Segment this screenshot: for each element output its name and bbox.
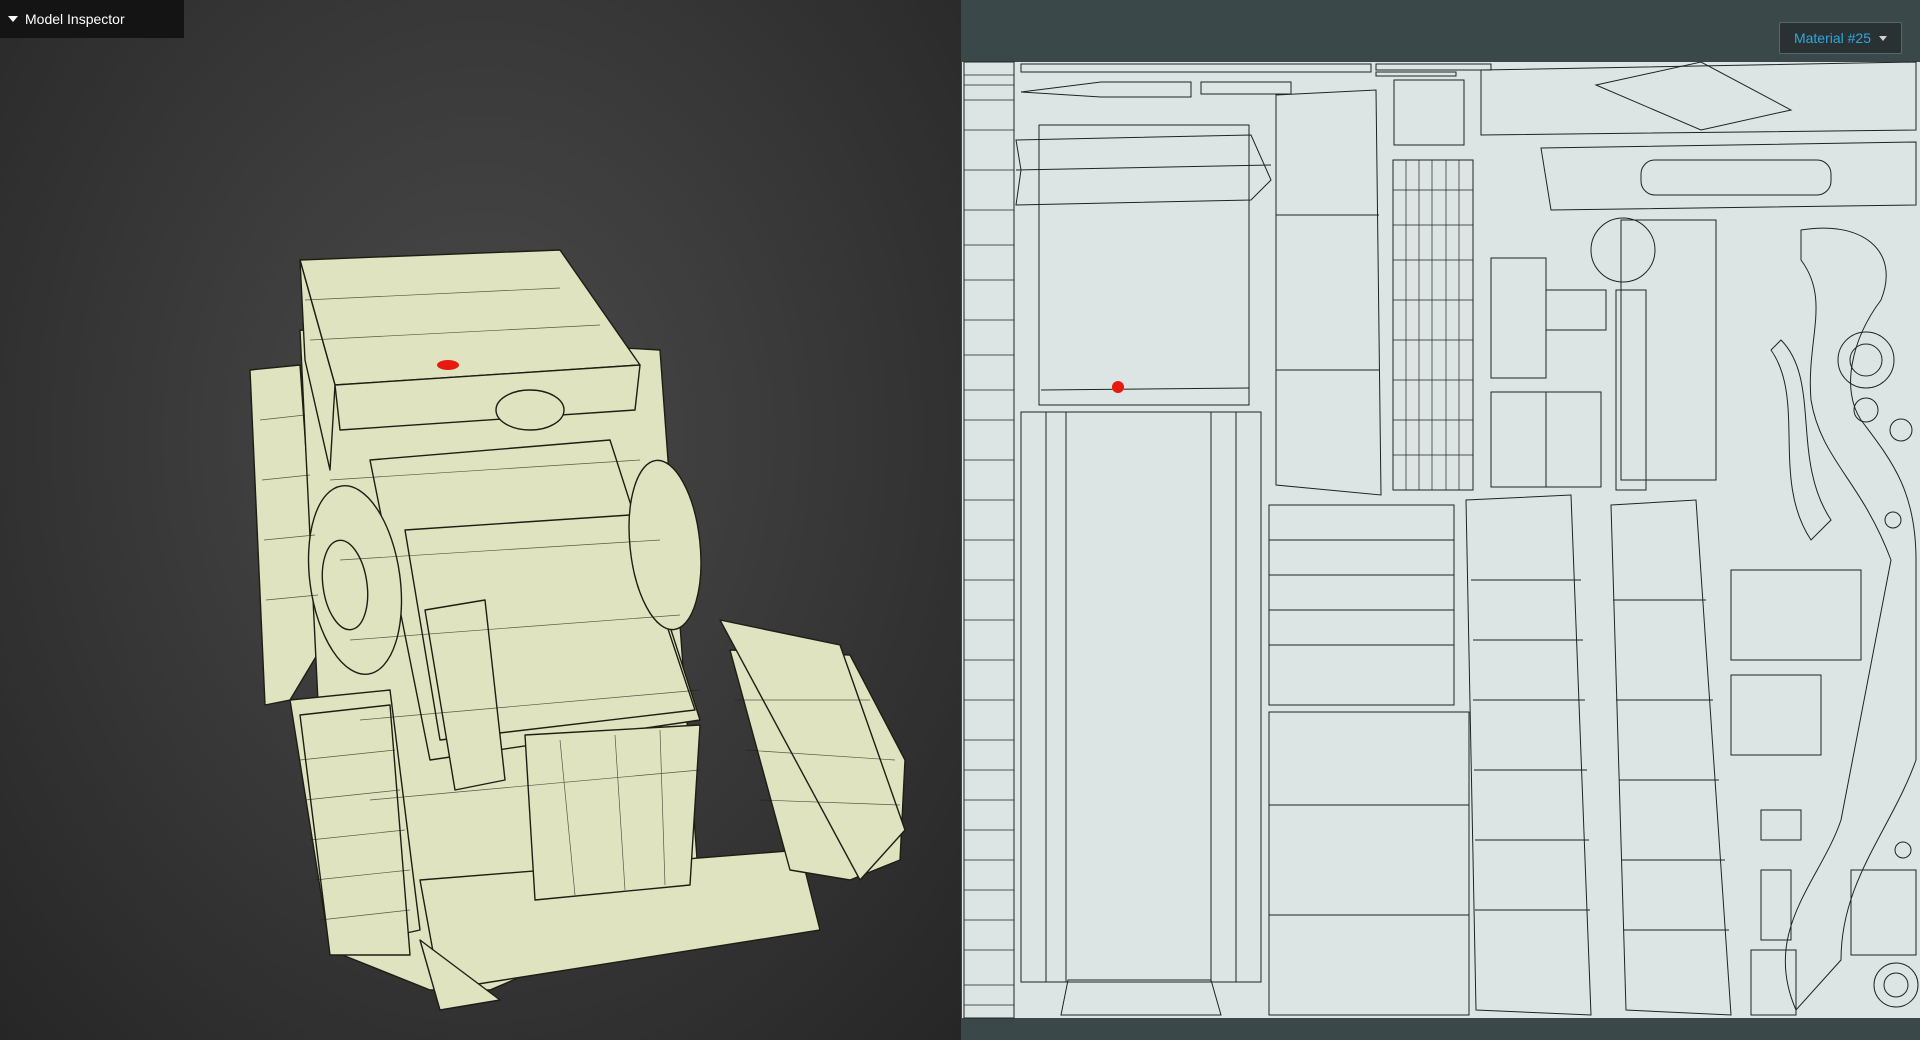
selection-marker <box>437 360 459 370</box>
caret-down-icon <box>8 16 18 22</box>
model-inspector-toggle[interactable]: Model Inspector <box>0 0 184 38</box>
chevron-down-icon <box>1879 35 1887 41</box>
model-inspector-label: Model Inspector <box>25 11 125 27</box>
material-dropdown-label: Material #25 <box>1793 30 1871 46</box>
material-dropdown[interactable]: Material #25 <box>1778 22 1902 54</box>
uv-selection-marker <box>1112 381 1124 393</box>
uv-layout <box>962 61 1920 1019</box>
3d-viewport[interactable]: Model Inspector <box>0 0 961 1040</box>
car-model-wireframe <box>249 249 906 1011</box>
uv-editor-panel[interactable]: Material #25 <box>961 0 1920 1040</box>
